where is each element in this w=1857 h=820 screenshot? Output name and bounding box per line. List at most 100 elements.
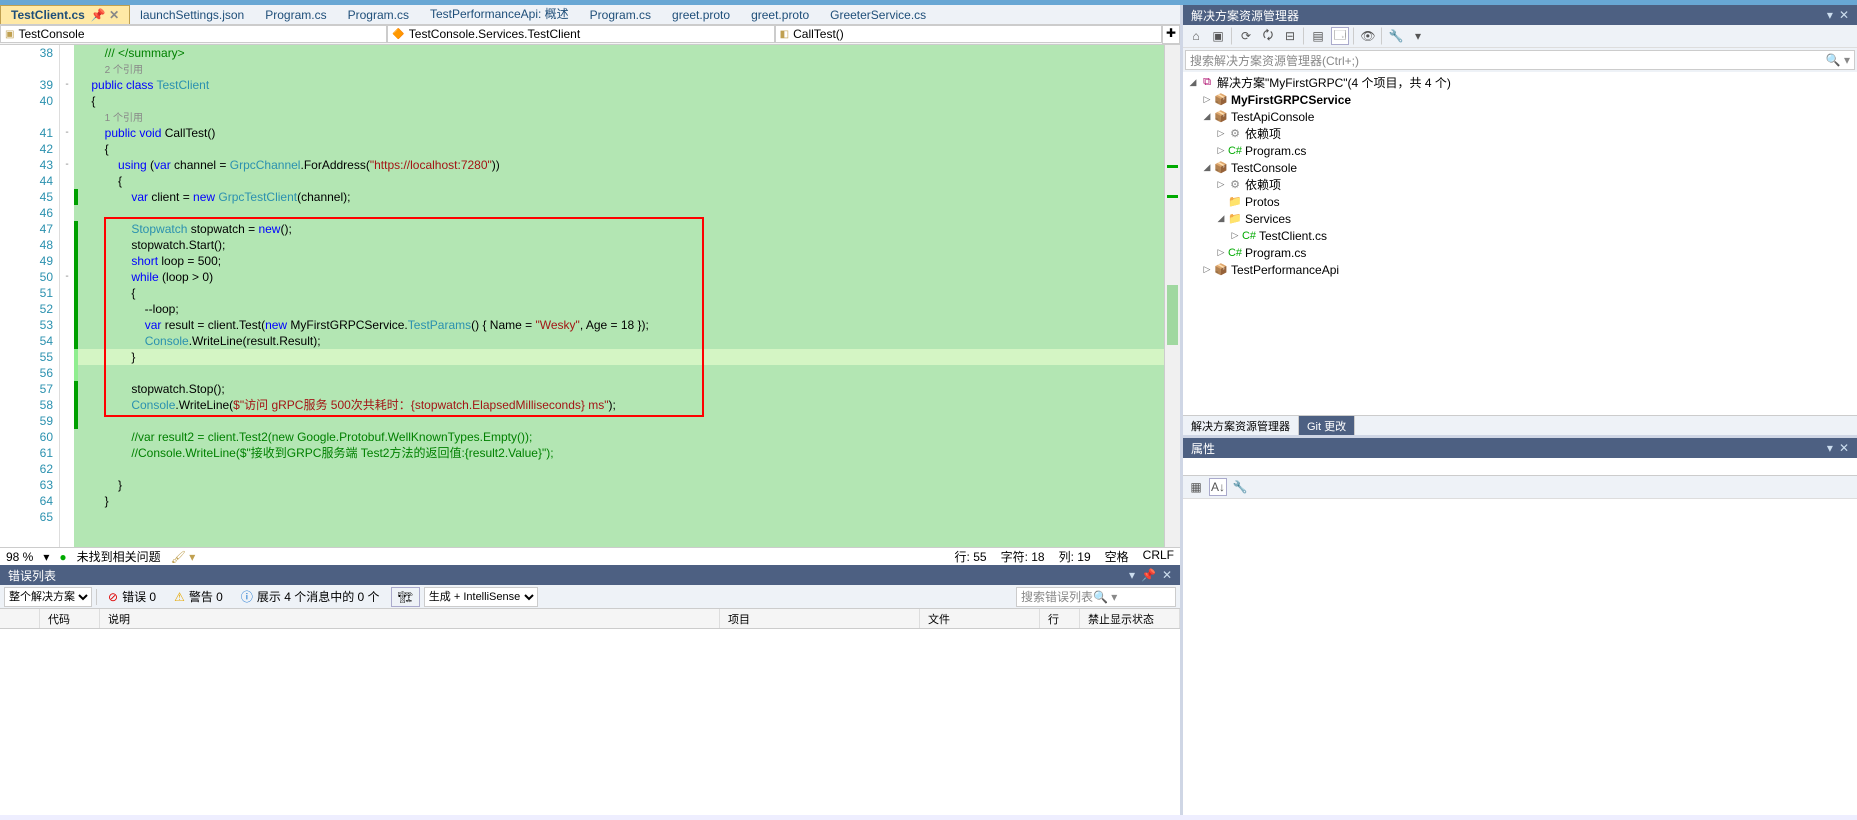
code-line[interactable]: Stopwatch stopwatch = new(); <box>74 221 1164 237</box>
nav-method[interactable]: ◧CallTest() <box>775 25 1162 43</box>
code-line[interactable]: --loop; <box>74 301 1164 317</box>
dropdown-icon[interactable]: ▾ <box>1129 568 1135 582</box>
show-all-icon[interactable]: ▤ <box>1309 27 1327 45</box>
categorize-icon[interactable]: ▦ <box>1187 478 1205 496</box>
code-line[interactable]: //Console.WriteLine($"接收到GRPC服务端 Test2方法… <box>74 445 1164 461</box>
solution-explorer-header[interactable]: 解决方案资源管理器 ▾✕ <box>1183 5 1857 25</box>
split-button[interactable]: ✚ <box>1162 25 1180 44</box>
code-line[interactable]: 1 个引用 <box>74 109 1164 125</box>
code-line[interactable]: using (var channel = GrpcChannel.ForAddr… <box>74 157 1164 173</box>
errorlist-columns[interactable]: 代码说明项目文件行禁止显示状态 <box>0 609 1180 629</box>
preview-icon[interactable]: 👁 <box>1359 27 1377 45</box>
warnings-filter[interactable]: ⚠警告 0 <box>167 585 230 608</box>
tree-node[interactable]: ◢📦TestConsole <box>1187 159 1853 176</box>
code-line[interactable]: var client = new GrpcTestClient(channel)… <box>74 189 1164 205</box>
document-tab[interactable]: TestPerformanceApi: 概述 <box>420 3 580 24</box>
code-line[interactable]: 2 个引用 <box>74 61 1164 77</box>
tree-node[interactable]: ▷📦TestPerformanceApi <box>1187 261 1853 278</box>
document-tab[interactable]: TestClient.cs📌 ✕ <box>0 5 130 24</box>
solution-root[interactable]: ◢⧉解决方案"MyFirstGRPC"(4 个项目，共 4 个) <box>1187 74 1853 91</box>
collapse-icon[interactable]: ⊟ <box>1281 27 1299 45</box>
document-tab[interactable]: GreeterService.cs <box>820 6 937 24</box>
tree-node[interactable]: ▷⚙依赖项 <box>1187 176 1853 193</box>
errorlist-col-header[interactable]: 说明 <box>100 609 720 628</box>
errorlist-col-header[interactable]: 代码 <box>40 609 100 628</box>
code-line[interactable] <box>74 205 1164 221</box>
switch-view-icon[interactable]: ▣ <box>1209 27 1227 45</box>
alpha-icon[interactable]: A↓ <box>1209 478 1227 496</box>
code-line[interactable]: { <box>74 285 1164 301</box>
pending-icon[interactable]: ⟳ <box>1237 27 1255 45</box>
sync-icon[interactable]: 🗘 <box>1259 27 1277 45</box>
nav-project[interactable]: ▣TestConsole <box>0 25 387 43</box>
code-line[interactable]: //var result2 = client.Test2(new Google.… <box>74 429 1164 445</box>
solution-search[interactable]: 搜索解决方案资源管理器(Ctrl+;)🔍 ▾ <box>1185 50 1855 70</box>
errorlist-header[interactable]: 错误列表 ▾ 📌 ✕ <box>0 565 1180 585</box>
dropdown-icon[interactable]: ▾ <box>1827 8 1833 22</box>
wrench-icon[interactable]: 🔧 <box>1231 478 1249 496</box>
document-tab[interactable]: greet.proto <box>662 6 741 24</box>
close-icon[interactable]: ✕ <box>1839 441 1849 455</box>
code-line[interactable]: { <box>74 93 1164 109</box>
code-line[interactable]: stopwatch.Stop(); <box>74 381 1164 397</box>
tree-node[interactable]: ▷C#Program.cs <box>1187 244 1853 261</box>
properties-icon[interactable]: 🗔 <box>1331 27 1349 45</box>
document-tab[interactable]: Program.cs <box>338 6 420 24</box>
code-line[interactable] <box>74 461 1164 477</box>
errorlist-col-header[interactable]: 禁止显示状态 <box>1080 609 1180 628</box>
code-line[interactable]: stopwatch.Start(); <box>74 237 1164 253</box>
code-line[interactable]: while (loop > 0) <box>74 269 1164 285</box>
code-line[interactable] <box>74 365 1164 381</box>
code-line[interactable]: Console.WriteLine(result.Result); <box>74 333 1164 349</box>
properties-header[interactable]: 属性 ▾✕ <box>1183 438 1857 458</box>
code-line[interactable]: public class TestClient <box>74 77 1164 93</box>
vertical-scrollbar[interactable] <box>1164 45 1180 547</box>
code-line[interactable]: Console.WriteLine($"访问 gRPC服务 500次共耗时：{s… <box>74 397 1164 413</box>
info-filter[interactable]: ⓘ展示 4 个消息中的 0 个 <box>234 585 387 608</box>
tree-node[interactable]: 📁Protos <box>1187 193 1853 210</box>
close-icon[interactable]: ✕ <box>1162 568 1172 582</box>
properties-object[interactable] <box>1183 458 1857 476</box>
tree-node[interactable]: ▷C#TestClient.cs <box>1187 227 1853 244</box>
code-line[interactable] <box>74 413 1164 429</box>
fold-gutter[interactable]: ---- <box>60 45 74 547</box>
wrench-icon[interactable]: 🔧 <box>1387 27 1405 45</box>
errorlist-col-header[interactable]: 行 <box>1040 609 1080 628</box>
code-line[interactable]: public void CallTest() <box>74 125 1164 141</box>
subtab-solution[interactable]: 解决方案资源管理器 <box>1183 416 1299 435</box>
code-line[interactable] <box>74 509 1164 525</box>
tree-node[interactable]: ▷⚙依赖项 <box>1187 125 1853 142</box>
code-editor[interactable]: 3839404142434445464748495051525354555657… <box>0 45 1180 547</box>
subtab-git[interactable]: Git 更改 <box>1299 416 1355 435</box>
code-line[interactable]: /// </summary> <box>74 45 1164 61</box>
document-tab[interactable]: greet.proto <box>741 6 820 24</box>
zoom-level[interactable]: 98 % <box>6 550 33 564</box>
properties-grid[interactable] <box>1183 499 1857 815</box>
code-line[interactable]: { <box>74 173 1164 189</box>
issues-text[interactable]: 未找到相关问题 <box>77 548 161 565</box>
tree-node[interactable]: ◢📦TestApiConsole <box>1187 108 1853 125</box>
tree-node[interactable]: ▷C#Program.cs <box>1187 142 1853 159</box>
scope-select[interactable]: 整个解决方案 <box>4 587 92 607</box>
code-line[interactable]: short loop = 500; <box>74 253 1164 269</box>
source-select[interactable]: 生成 + IntelliSense <box>424 587 538 607</box>
errors-filter[interactable]: ⊘错误 0 <box>101 585 163 608</box>
errorlist-col-header[interactable]: 文件 <box>920 609 1040 628</box>
document-tab[interactable]: Program.cs <box>580 6 662 24</box>
code-line[interactable]: var result = client.Test(new MyFirstGRPC… <box>74 317 1164 333</box>
pin-icon[interactable]: 📌 <box>1141 568 1156 582</box>
code-line[interactable]: { <box>74 141 1164 157</box>
brush-icon[interactable]: 🖌 ▾ <box>171 550 196 564</box>
errorlist-search[interactable]: 搜索错误列表🔍 ▾ <box>1016 587 1176 607</box>
code-line[interactable]: } <box>74 477 1164 493</box>
nav-class[interactable]: 🔶TestConsole.Services.TestClient <box>387 25 774 43</box>
errorlist-col-header[interactable]: 项目 <box>720 609 920 628</box>
document-tab[interactable]: Program.cs <box>255 6 337 24</box>
errorlist-col-header[interactable] <box>0 609 40 628</box>
build-filter[interactable]: 🏗 <box>391 587 420 607</box>
code-line[interactable]: } <box>74 493 1164 509</box>
tree-node[interactable]: ▷📦MyFirstGRPCService <box>1187 91 1853 108</box>
solution-tree[interactable]: ◢⧉解决方案"MyFirstGRPC"(4 个项目，共 4 个) ▷📦MyFir… <box>1183 72 1857 415</box>
tree-node[interactable]: ◢📁Services <box>1187 210 1853 227</box>
dropdown-icon[interactable]: ▾ <box>1827 441 1833 455</box>
